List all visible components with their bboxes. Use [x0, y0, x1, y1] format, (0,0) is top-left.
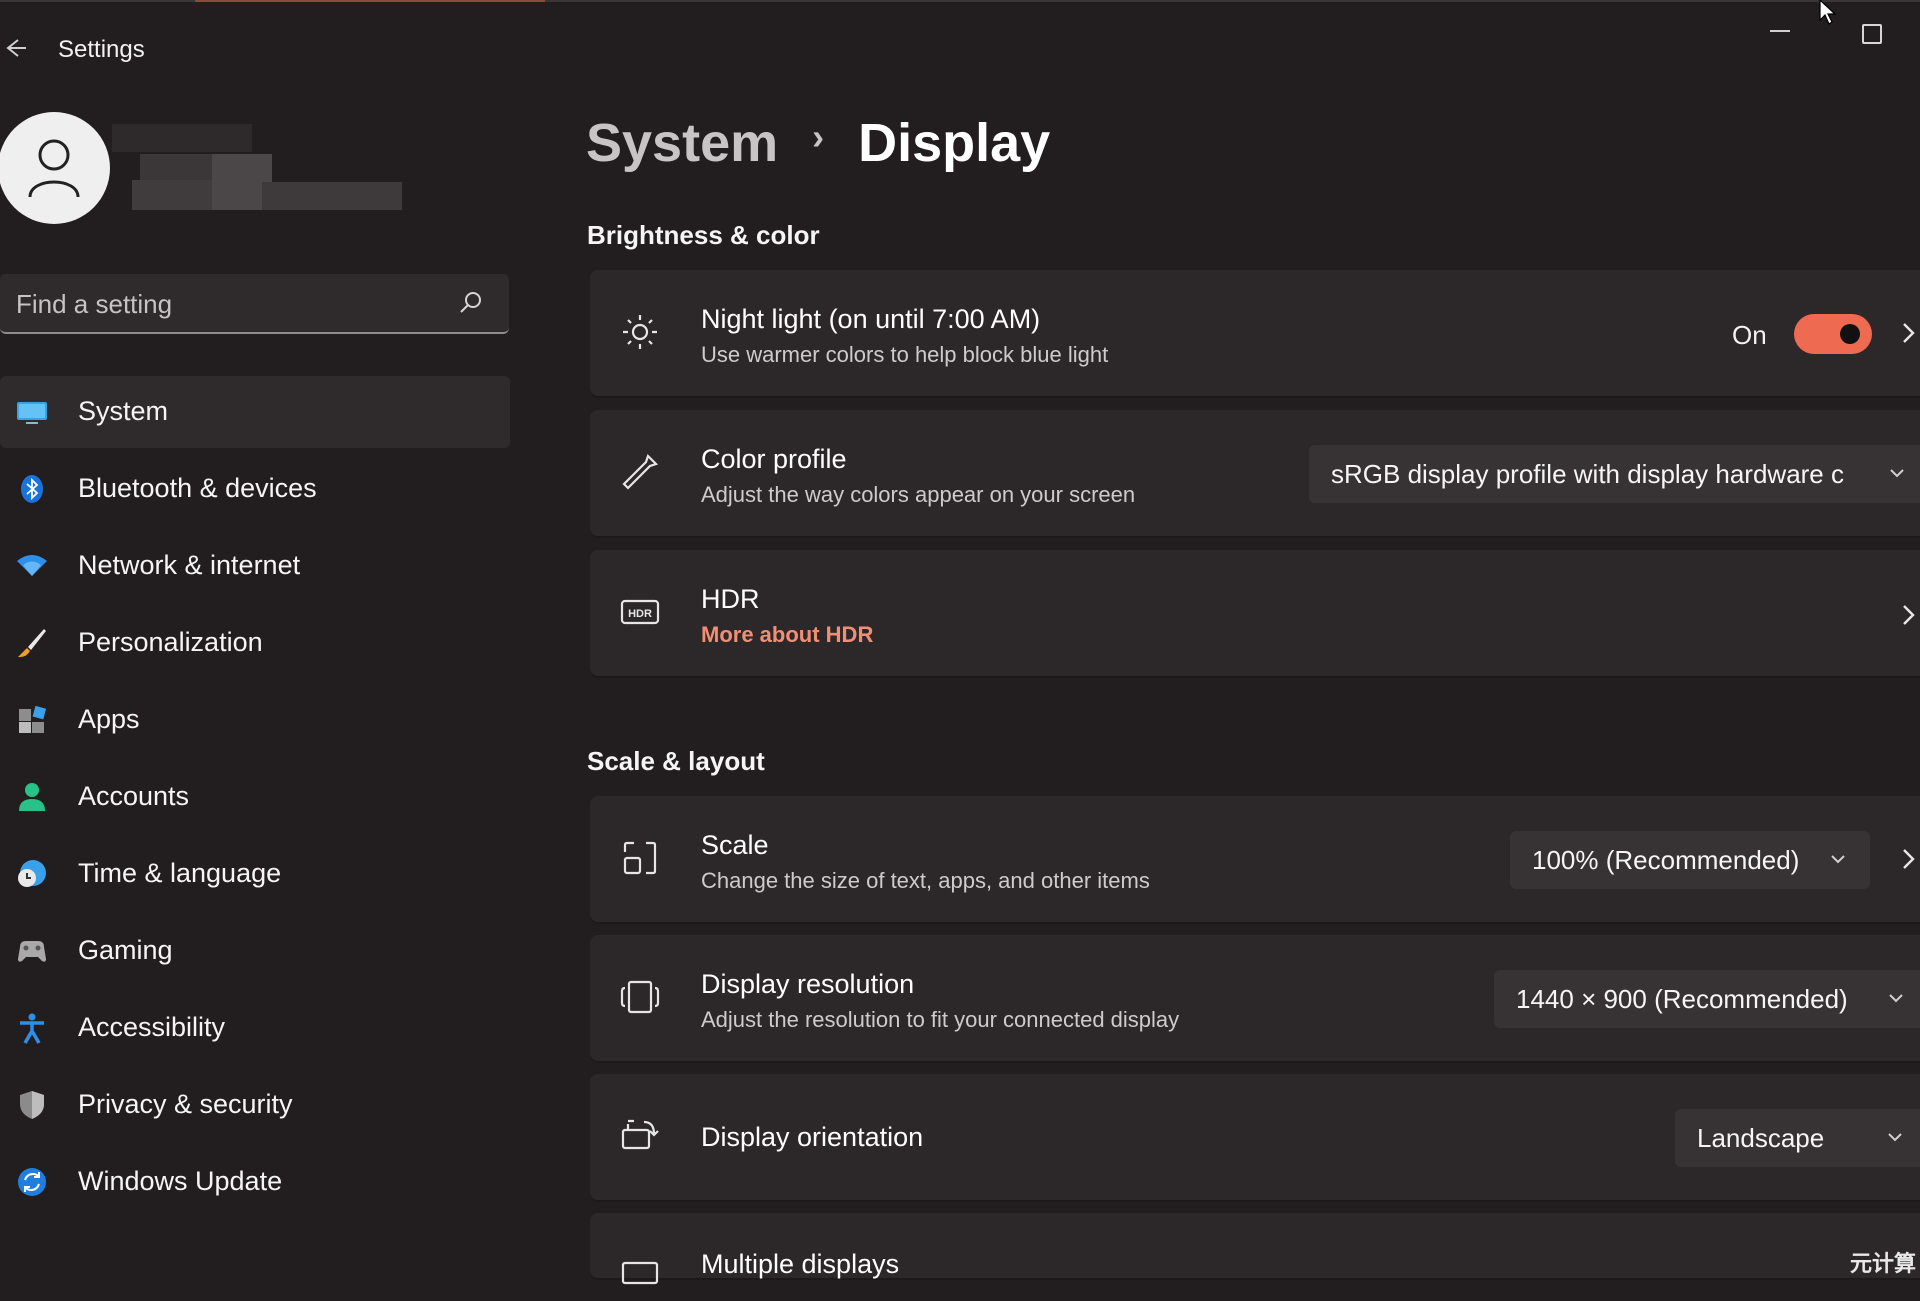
sidebar-item-gaming[interactable]: Gaming [0, 915, 512, 987]
multiple-displays-title: Multiple displays [701, 1249, 900, 1279]
color-profile-description: Adjust the way colors appear on your scr… [701, 482, 1136, 507]
display-resolution-dropdown-value: 1440 × 900 (Recommended) [1516, 984, 1848, 1014]
chevron-down-icon [1890, 469, 1904, 478]
color-profile-dropdown[interactable]: sRGB display profile with display hardwa… [1309, 445, 1920, 503]
scale-dropdown-value: 100% (Recommended) [1532, 845, 1800, 875]
sidebar-item-label: Gaming [78, 935, 173, 965]
sidebar-item-label: Bluetooth & devices [78, 473, 317, 503]
display-resolution-title: Display resolution [701, 969, 915, 999]
display-resolution-dropdown[interactable]: 1440 × 900 (Recommended) [1494, 970, 1920, 1028]
sidebar-item-system[interactable]: System [0, 376, 510, 448]
user-icon [28, 139, 80, 198]
person-icon [19, 783, 45, 811]
svg-text:HDR: HDR [628, 608, 652, 620]
night-light-description: Use warmer colors to help block blue lig… [701, 342, 1109, 367]
bluetooth-icon [21, 475, 43, 503]
sidebar-nav: System Bluetooth & devices Network & int… [0, 376, 512, 1223]
app-title: Settings [58, 36, 145, 63]
sidebar-item-label: Windows Update [78, 1166, 283, 1196]
sidebar-item-accessibility[interactable]: Accessibility [0, 992, 512, 1064]
sidebar-item-label: Accessibility [78, 1012, 226, 1042]
display-orientation-dropdown[interactable]: Landscape [1675, 1109, 1920, 1167]
sidebar-item-label: Privacy & security [78, 1089, 293, 1119]
sidebar-item-label: Network & internet [78, 550, 301, 580]
user-name-blurred [112, 124, 402, 212]
eyedropper-icon [622, 453, 659, 490]
search-input[interactable] [14, 284, 448, 324]
brush-icon [18, 629, 46, 658]
sidebar-item-accounts[interactable]: Accounts [0, 761, 512, 833]
accessibility-icon [20, 1013, 44, 1044]
color-profile-dropdown-value: sRGB display profile with display hardwa… [1331, 459, 1844, 489]
sidebar-item-apps[interactable]: Apps [0, 684, 512, 756]
hdr-icon: HDR [620, 599, 660, 625]
sidebar-item-privacy[interactable]: Privacy & security [0, 1069, 512, 1141]
sun-icon [623, 315, 657, 349]
section-title-brightness: Brightness & color [587, 220, 820, 250]
gamepad-icon [18, 941, 46, 962]
sidebar-item-personalization[interactable]: Personalization [0, 607, 512, 679]
display-resolution-card: Display resolution Adjust the resolution… [590, 935, 1920, 1063]
section-title-scale-layout: Scale & layout [587, 746, 765, 776]
back-arrow-icon[interactable] [0, 34, 28, 62]
display-orientation-title: Display orientation [701, 1122, 924, 1152]
scale-icon [623, 841, 657, 875]
sidebar-item-time-language[interactable]: Time & language [0, 838, 512, 910]
monitor-icon [17, 402, 47, 424]
sidebar-item-windows-update[interactable]: Windows Update [0, 1146, 512, 1218]
display-orientation-dropdown-value: Landscape [1697, 1123, 1825, 1153]
mouse-cursor-icon [1819, 0, 1837, 25]
sidebar-item-label: Personalization [78, 627, 263, 657]
chevron-down-icon [1831, 855, 1845, 864]
update-icon [18, 1168, 46, 1196]
sidebar-item-label: Apps [78, 704, 140, 734]
wifi-icon [17, 555, 47, 576]
minimize-button[interactable] [1770, 30, 1790, 32]
multiple-displays-card[interactable]: Multiple displays [590, 1213, 1920, 1285]
chevron-right-icon[interactable] [1900, 602, 1918, 628]
hdr-card[interactable]: HDR HDR More about HDR [590, 550, 1920, 678]
shield-icon [20, 1091, 44, 1119]
sidebar-item-network[interactable]: Network & internet [0, 530, 512, 602]
display-resolution-description: Adjust the resolution to fit your connec… [701, 1007, 1180, 1032]
maximize-button[interactable] [1862, 24, 1882, 44]
sidebar-item-label: Time & language [78, 858, 282, 888]
chevron-right-icon[interactable] [1900, 846, 1918, 872]
display-orientation-card: Display orientation Landscape [590, 1074, 1920, 1202]
scale-title: Scale [701, 830, 769, 860]
color-profile-card: Color profile Adjust the way colors appe… [590, 410, 1920, 538]
chevron-down-icon [1888, 1133, 1902, 1142]
breadcrumb: System › Display [586, 112, 1050, 174]
breadcrumb-parent[interactable]: System [586, 113, 778, 173]
search-box[interactable] [0, 274, 509, 334]
orientation-icon [621, 1119, 659, 1150]
breadcrumb-separator-icon: › [812, 116, 825, 157]
page-title: Display [858, 113, 1051, 173]
apps-icon [19, 705, 47, 733]
night-light-title: Night light (on until 7:00 AM) [701, 304, 1041, 334]
title-bar: Settings [0, 0, 1920, 100]
hdr-more-link[interactable]: More about HDR [701, 622, 873, 648]
avatar[interactable] [0, 112, 110, 224]
globe-clock-icon [18, 860, 46, 887]
color-profile-title: Color profile [701, 444, 847, 474]
resolution-icon [620, 980, 660, 1014]
chevron-right-icon[interactable] [1900, 320, 1918, 346]
multiple-displays-icon [621, 1261, 659, 1285]
sidebar-item-label: System [78, 396, 169, 426]
sidebar-item-label: Accounts [78, 781, 190, 811]
sidebar-item-bluetooth[interactable]: Bluetooth & devices [0, 453, 512, 525]
night-light-card[interactable]: Night light (on until 7:00 AM) Use warme… [590, 270, 1920, 398]
search-icon[interactable] [458, 290, 484, 316]
toggle-knob [1840, 324, 1860, 344]
hdr-title: HDR [701, 584, 760, 614]
scale-description: Change the size of text, apps, and other… [701, 868, 1150, 893]
watermark-logo: 元计算 [1850, 1251, 1917, 1276]
scale-card: Scale Change the size of text, apps, and… [590, 796, 1920, 924]
night-light-toggle-label: On [1732, 320, 1767, 350]
chevron-down-icon [1889, 994, 1903, 1003]
scale-dropdown[interactable]: 100% (Recommended) [1510, 831, 1870, 889]
night-light-toggle[interactable] [1794, 314, 1872, 354]
